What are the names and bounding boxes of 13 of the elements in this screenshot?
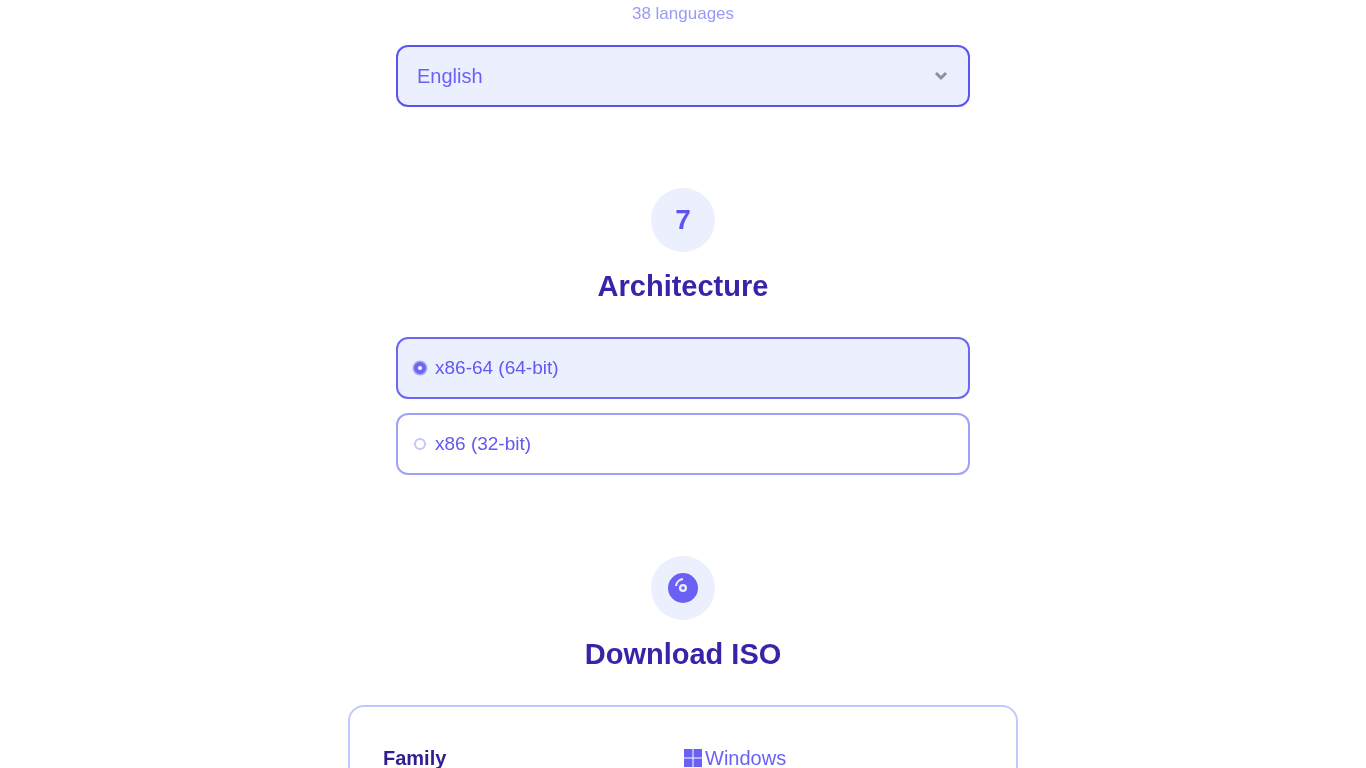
disc-icon	[668, 573, 698, 603]
architecture-option[interactable]: x86-64 (64-bit)	[396, 337, 970, 399]
chevron-down-icon	[934, 71, 948, 81]
section-title: Download ISO	[584, 637, 782, 671]
step-number: 7	[651, 188, 715, 252]
language-select[interactable]: English	[396, 45, 970, 107]
architecture-option[interactable]: x86 (32-bit)	[396, 413, 970, 475]
row-value: Windows	[705, 747, 787, 768]
radio-icon	[414, 438, 426, 450]
section-title: Architecture	[597, 269, 769, 303]
radio-icon	[414, 362, 426, 374]
windows-logo-icon	[684, 749, 702, 767]
language-count: 38 languages	[631, 4, 735, 24]
